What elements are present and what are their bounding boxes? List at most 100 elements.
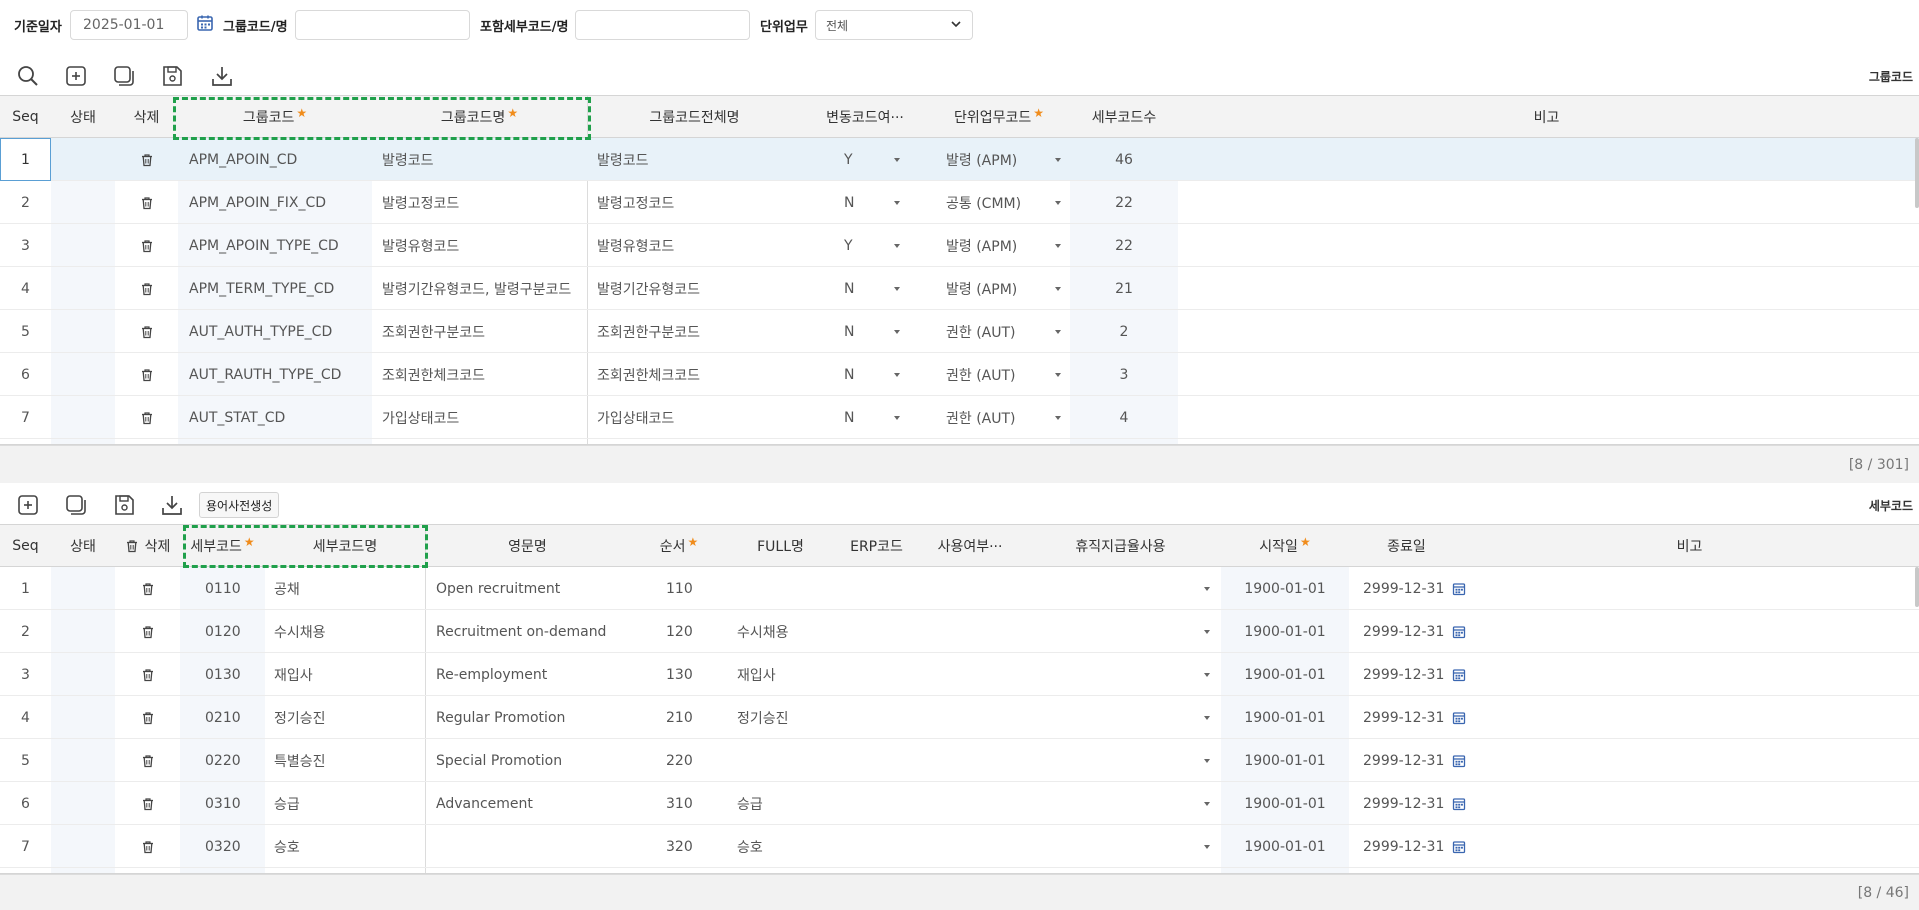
group-code-cell[interactable]: APM_TERM_TYPE_CD bbox=[178, 267, 372, 310]
order-cell[interactable]: 210 bbox=[630, 696, 728, 739]
start-date-cell[interactable]: 1900-01-01 bbox=[1221, 567, 1349, 610]
header-remark[interactable]: 비고 bbox=[1178, 96, 1915, 138]
detail-add-row-button[interactable] bbox=[13, 490, 43, 520]
end-date-cell[interactable]: 2999-12-31 bbox=[1349, 696, 1479, 739]
add-row-button[interactable] bbox=[61, 61, 91, 91]
unit-work-select[interactable]: 권한 (AUT) bbox=[928, 310, 1070, 353]
calendar-icon[interactable] bbox=[1452, 668, 1466, 682]
delete-cell[interactable] bbox=[115, 610, 180, 653]
table-row[interactable]: 6 0310 승급 Advancement 310 승급 1900-01-01 2999-12… bbox=[0, 782, 1919, 825]
trash-icon[interactable] bbox=[140, 411, 154, 425]
header-english-name[interactable]: 영문명 bbox=[425, 525, 630, 567]
group-code-cell[interactable]: APM_APOIN_CD bbox=[178, 138, 372, 181]
end-date-cell[interactable]: 2999-12-31 bbox=[1349, 610, 1479, 653]
detail-save-button[interactable] bbox=[109, 490, 139, 520]
unit-work-select[interactable]: 발령 (APM) bbox=[928, 224, 1070, 267]
term-dictionary-button[interactable]: 용어사전생성 bbox=[199, 492, 280, 518]
delete-cell[interactable] bbox=[115, 739, 180, 782]
group-code-name-cell[interactable]: 발령유형코드 bbox=[372, 224, 587, 267]
trash-icon[interactable] bbox=[140, 282, 154, 296]
order-cell[interactable]: 110 bbox=[630, 567, 728, 610]
delete-cell[interactable] bbox=[115, 825, 180, 868]
header-detail-code[interactable]: 세부코드 ★ bbox=[180, 525, 265, 567]
table-row[interactable]: 6 AUT_RAUTH_TYPE_CD 조회권한체크코드 조회권한체크코드 N 권한 (A… bbox=[0, 353, 1919, 396]
variable-code-select[interactable]: N bbox=[802, 353, 928, 396]
header-full-name[interactable]: FULL명 bbox=[728, 525, 833, 567]
trash-icon[interactable] bbox=[141, 582, 155, 596]
unit-work-select[interactable]: 공통 (CMM) bbox=[928, 181, 1070, 224]
header-status[interactable]: 상태 bbox=[51, 96, 115, 138]
trash-icon[interactable] bbox=[140, 368, 154, 382]
detail-code-cell[interactable]: 0220 bbox=[180, 739, 265, 782]
detail-code-name-cell[interactable]: 수시채용 bbox=[265, 610, 425, 653]
leave-pay-use-select[interactable] bbox=[1020, 739, 1221, 782]
order-cell[interactable]: 310 bbox=[630, 782, 728, 825]
unit-work-select[interactable]: 발령 (APM) bbox=[928, 138, 1070, 181]
header-delete[interactable]: 삭제 bbox=[115, 525, 180, 567]
group-code-name-cell[interactable]: 가입상태코드 bbox=[372, 396, 587, 439]
delete-cell[interactable] bbox=[115, 396, 178, 439]
table-row[interactable]: 1 0110 공채 Open recruitment 110 1900-01-01 2999… bbox=[0, 567, 1919, 610]
leave-pay-use-select[interactable] bbox=[1020, 782, 1221, 825]
full-name-cell[interactable]: 승호 bbox=[728, 825, 833, 868]
detail-code-name-cell[interactable]: 공채 bbox=[265, 567, 425, 610]
end-date-cell[interactable]: 2999-12-31 bbox=[1349, 825, 1479, 868]
full-name-cell[interactable] bbox=[728, 739, 833, 782]
full-name-cell[interactable]: 재입사 bbox=[728, 653, 833, 696]
group-code-full-name-cell[interactable]: 가입상태코드 bbox=[587, 396, 802, 439]
trash-icon[interactable] bbox=[141, 668, 155, 682]
delete-cell[interactable] bbox=[115, 696, 180, 739]
delete-cell[interactable] bbox=[115, 310, 178, 353]
trash-icon[interactable] bbox=[141, 840, 155, 854]
variable-code-select[interactable]: N bbox=[802, 267, 928, 310]
detail-code-name-cell[interactable]: 정기승진 bbox=[265, 696, 425, 739]
variable-code-select[interactable]: Y bbox=[802, 138, 928, 181]
variable-code-select[interactable]: N bbox=[802, 181, 928, 224]
start-date-cell[interactable]: 1900-01-01 bbox=[1221, 696, 1349, 739]
group-code-cell[interactable]: AUT_AUTH_TYPE_CD bbox=[178, 310, 372, 353]
detail-code-name-cell[interactable]: 재입사 bbox=[265, 653, 425, 696]
header-group-code-full-name[interactable]: 그룹코드전체명 bbox=[587, 96, 802, 138]
header-unit-work-code[interactable]: 단위업무코드 ★ bbox=[928, 96, 1070, 138]
detail-code-cell[interactable]: 0120 bbox=[180, 610, 265, 653]
header-status[interactable]: 상태 bbox=[51, 525, 115, 567]
detail-code-name-cell[interactable]: 승급 bbox=[265, 782, 425, 825]
detail-code-name-cell[interactable]: 특별승진 bbox=[265, 739, 425, 782]
group-code-full-name-cell[interactable]: 조회권한구분코드 bbox=[587, 310, 802, 353]
delete-cell[interactable] bbox=[115, 782, 180, 825]
trash-icon[interactable] bbox=[140, 153, 154, 167]
delete-cell[interactable] bbox=[115, 138, 178, 181]
detail-code-cell[interactable]: 0320 bbox=[180, 825, 265, 868]
end-date-cell[interactable]: 2999-12-31 bbox=[1349, 782, 1479, 825]
table-row[interactable]: 4 0210 정기승진 Regular Promotion 210 정기승진 1900-01… bbox=[0, 696, 1919, 739]
detail-copy-row-button[interactable] bbox=[61, 490, 91, 520]
order-cell[interactable]: 320 bbox=[630, 825, 728, 868]
variable-code-select[interactable]: N bbox=[802, 310, 928, 353]
end-date-cell[interactable]: 2999-12-31 bbox=[1349, 739, 1479, 782]
table-row[interactable]: 4 APM_TERM_TYPE_CD 발령기간유형코드, 발령구분코드 발령기간유형코… bbox=[0, 267, 1919, 310]
group-code-name-cell[interactable]: 발령고정코드 bbox=[372, 181, 587, 224]
leave-pay-use-select[interactable] bbox=[1020, 653, 1221, 696]
detail-download-button[interactable] bbox=[157, 490, 187, 520]
leave-pay-use-select[interactable] bbox=[1020, 567, 1221, 610]
table-row[interactable]: 2 APM_APOIN_FIX_CD 발령고정코드 발령고정코드 N 공통 (CMM) 22 bbox=[0, 181, 1919, 224]
table-row[interactable]: 7 0320 승호 320 승호 1900-01-01 2999-12-31 bbox=[0, 825, 1919, 868]
group-code-name-cell[interactable]: 조회권한체크코드 bbox=[372, 353, 587, 396]
unit-work-select[interactable]: 전체 bbox=[815, 10, 973, 40]
trash-icon[interactable] bbox=[140, 239, 154, 253]
table-row[interactable]: 3 APM_APOIN_TYPE_CD 발령유형코드 발령유형코드 Y 발령 (APM) 2… bbox=[0, 224, 1919, 267]
table-row[interactable]: 2 0120 수시채용 Recruitment on-demand 120 수시채용 190… bbox=[0, 610, 1919, 653]
start-date-cell[interactable]: 1900-01-01 bbox=[1221, 653, 1349, 696]
detail-code-name-cell[interactable]: 승호 bbox=[265, 825, 425, 868]
trash-icon[interactable] bbox=[141, 754, 155, 768]
order-cell[interactable]: 120 bbox=[630, 610, 728, 653]
calendar-icon[interactable] bbox=[196, 14, 214, 36]
group-code-full-name-cell[interactable]: 발령코드 bbox=[587, 138, 802, 181]
end-date-cell[interactable]: 2999-12-31 bbox=[1349, 653, 1479, 696]
table-row[interactable]: 1 APM_APOIN_CD 발령코드 발령코드 Y 발령 (APM) 46 bbox=[0, 138, 1919, 181]
calendar-icon[interactable] bbox=[1452, 711, 1466, 725]
leave-pay-use-select[interactable] bbox=[1020, 825, 1221, 868]
variable-code-select[interactable]: N bbox=[802, 396, 928, 439]
english-name-cell[interactable]: Open recruitment bbox=[425, 567, 630, 610]
header-end-date[interactable]: 종료일 bbox=[1349, 525, 1464, 567]
